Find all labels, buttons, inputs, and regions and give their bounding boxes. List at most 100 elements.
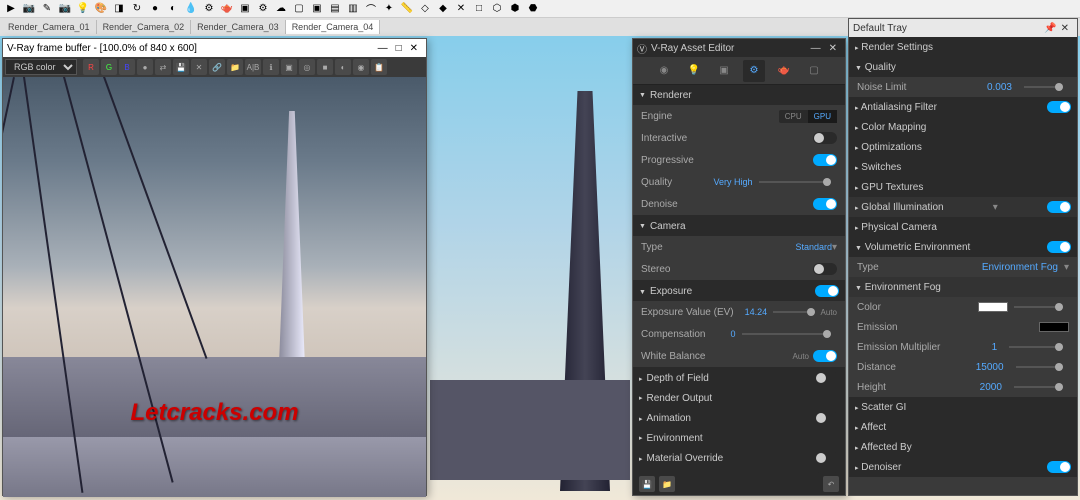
vfb-minimize-icon[interactable]: — [374,43,392,54]
comp-value[interactable]: 0 [731,329,736,339]
env-fog-header[interactable]: ▼ Environment Fog [849,277,1077,297]
vfb-region-icon[interactable]: ▣ [281,59,297,75]
noise-slider[interactable] [1024,86,1063,88]
tool-arc-icon[interactable]: ⌒ [363,1,379,17]
tool-cube-icon[interactable]: ◨ [111,1,127,17]
interactive-toggle[interactable] [813,132,837,144]
quality-slider[interactable] [759,181,831,183]
tab-camera-04[interactable]: Render_Camera_04 [286,20,381,34]
wb-toggle[interactable] [813,350,837,362]
vol-env-toggle[interactable] [1047,241,1071,253]
denoiser-header[interactable]: ▸ Denoiser [849,457,1077,477]
ae-geometry-icon[interactable]: ▣ [713,60,735,82]
vfb-link-icon[interactable]: 🔗 [209,59,225,75]
physical-camera-header[interactable]: ▸ Physical Camera [849,217,1077,237]
ev-slider[interactable] [773,311,814,313]
color-mapping-header[interactable]: ▸ Color Mapping [849,117,1077,137]
tool-cloud-icon[interactable]: ☁ [273,1,289,17]
render-output-header[interactable]: ▸Render Output [633,388,845,408]
tool-pencil-icon[interactable]: ✎ [39,1,55,17]
tray-pin-icon[interactable]: 📌 [1044,23,1056,34]
gpu-textures-header[interactable]: ▸ GPU Textures [849,177,1077,197]
tool-3d3-icon[interactable]: ⬣ [525,1,541,17]
tool-render-icon[interactable]: ▣ [237,1,253,17]
distance-value[interactable]: 15000 [976,362,1004,373]
tab-camera-01[interactable]: Render_Camera_01 [2,20,97,34]
vfb-lens-icon[interactable]: ◉ [353,59,369,75]
ae-close-icon[interactable]: ✕ [825,43,841,54]
vfb-maximize-icon[interactable]: □ [392,43,406,54]
tray-close-icon[interactable]: ✕ [1057,23,1073,34]
distance-slider[interactable] [1016,366,1063,368]
gi-header[interactable]: ▸ Global Illumination▾ [849,197,1077,217]
ae-lights-icon[interactable]: 💡 [683,60,705,82]
tool-teapot-icon[interactable]: 🫖 [219,1,235,17]
emission-mult-slider[interactable] [1009,346,1063,348]
comp-slider[interactable] [742,333,832,335]
optimizations-header[interactable]: ▸ Optimizations [849,137,1077,157]
vfb-clear-icon[interactable]: ✕ [191,59,207,75]
animation-header[interactable]: ▸Animation [633,408,845,428]
vfb-swap-icon[interactable]: ⇄ [155,59,171,75]
type-value[interactable]: Standard [795,242,832,252]
tool-mat-icon[interactable]: ◐ [165,1,181,17]
ae-titlebar[interactable]: ⓋV-Ray Asset Editor — ✕ [633,39,845,57]
environment-header[interactable]: ▸Environment [633,428,845,448]
denoise-toggle[interactable] [813,198,837,210]
mat-override-toggle[interactable] [815,452,839,464]
tool-camera2-icon[interactable]: 📷 [57,1,73,17]
vfb-folder-icon[interactable]: 📁 [227,59,243,75]
ev-value[interactable]: 14.24 [745,307,768,317]
exposure-toggle[interactable] [815,285,839,297]
vfb-titlebar[interactable]: V-Ray frame buffer - [100.0% of 840 x 60… [3,39,426,57]
ae-materials-icon[interactable]: ◉ [653,60,675,82]
ae-save-icon[interactable]: 💾 [639,476,655,492]
height-slider[interactable] [1014,386,1063,388]
affect-header[interactable]: ▸ Affect [849,417,1077,437]
tool-drop-icon[interactable]: 💧 [183,1,199,17]
tool-gear-icon[interactable]: ⚙ [255,1,271,17]
stereo-toggle[interactable] [813,263,837,275]
scatter-gi-header[interactable]: ▸ Scatter GI [849,397,1077,417]
engine-pill[interactable]: CPUGPU [779,110,837,123]
vfb-red-icon[interactable]: R [83,59,99,75]
ae-settings-icon[interactable]: ⚙ [743,60,765,82]
tab-camera-02[interactable]: Render_Camera_02 [97,20,192,34]
height-value[interactable]: 2000 [980,382,1002,393]
tool-3d2-icon[interactable]: ⬢ [507,1,523,17]
vfb-cc-icon[interactable]: ◐ [335,59,351,75]
fog-color-slider[interactable] [1014,306,1063,308]
renderer-header[interactable]: ▼Renderer [633,85,845,105]
vol-type-value[interactable]: Environment Fog [982,262,1058,273]
switches-header[interactable]: ▸ Switches [849,157,1077,177]
tool-misc4-icon[interactable]: □ [471,1,487,17]
affected-by-header[interactable]: ▸ Affected By [849,437,1077,457]
denoiser-toggle[interactable] [1047,461,1071,473]
ae-render-icon[interactable]: 🫖 [773,60,795,82]
tool-misc1-icon[interactable]: ◇ [417,1,433,17]
ae-frame-icon[interactable]: ▢ [803,60,825,82]
progressive-toggle[interactable] [813,154,837,166]
vfb-green-icon[interactable]: G [101,59,117,75]
vfb-info-icon[interactable]: ℹ [263,59,279,75]
tool-3d1-icon[interactable]: ⬡ [489,1,505,17]
exposure-header[interactable]: ▼Exposure [633,281,845,301]
vfb-channel-select[interactable]: RGB color [5,59,77,75]
tool-box1-icon[interactable]: ▢ [291,1,307,17]
fog-emission-swatch[interactable] [1039,322,1069,332]
tool-camera-icon[interactable]: 📷 [21,1,37,17]
dof-header[interactable]: ▸Depth of Field [633,368,845,388]
camera-header[interactable]: ▼Camera [633,216,845,236]
mat-override-header[interactable]: ▸Material Override [633,448,845,468]
render-settings-header[interactable]: ▸ Render Settings [849,37,1077,57]
fog-color-swatch[interactable] [978,302,1008,312]
vfb-save-icon[interactable]: 💾 [173,59,189,75]
tool-settings-icon[interactable]: ⚙ [201,1,217,17]
tool-misc2-icon[interactable]: ◆ [435,1,451,17]
vfb-stop-icon[interactable]: ■ [317,59,333,75]
vfb-blue-icon[interactable]: B [119,59,135,75]
quality-header[interactable]: ▼ Quality [849,57,1077,77]
ae-minimize-icon[interactable]: — [807,43,825,54]
vfb-history-icon[interactable]: 📋 [371,59,387,75]
gi-toggle[interactable] [1047,201,1071,213]
